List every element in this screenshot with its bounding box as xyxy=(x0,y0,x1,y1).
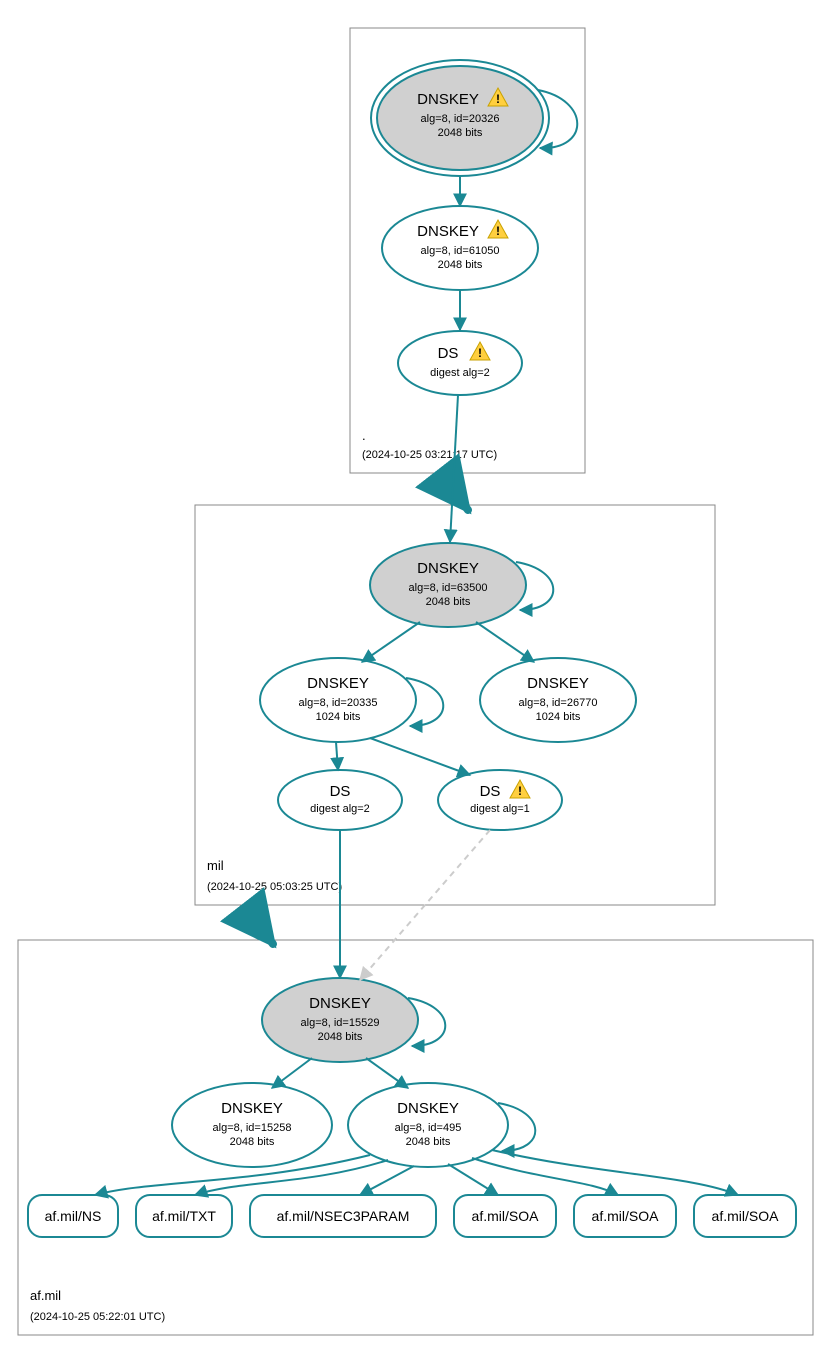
svg-text:DS: DS xyxy=(438,345,459,362)
svg-text:1024 bits: 1024 bits xyxy=(316,711,361,723)
zone-ts-afmil: (2024-10-25 05:22:01 UTC) xyxy=(30,1311,165,1323)
rrset-af-soa-3: af.mil/SOA xyxy=(694,1195,796,1237)
node-root-ds: DS digest alg=2 ! xyxy=(398,331,522,395)
svg-text:digest alg=2: digest alg=2 xyxy=(310,803,370,815)
svg-text:DNSKEY: DNSKEY xyxy=(397,1100,459,1117)
edge-delegation-mil-to-afmil xyxy=(245,908,273,944)
svg-text:DS: DS xyxy=(330,783,351,800)
svg-text:af.mil/SOA: af.mil/SOA xyxy=(712,1208,780,1224)
svg-text:af.mil/NS: af.mil/NS xyxy=(45,1208,102,1224)
svg-text:DNSKEY: DNSKEY xyxy=(309,995,371,1012)
node-mil-ds2: DS digest alg=1 ! xyxy=(438,770,562,830)
dnssec-diagram: af.mil (2024-10-25 05:22:01 UTC) mil (20… xyxy=(0,0,829,1365)
svg-text:1024 bits: 1024 bits xyxy=(536,711,581,723)
edge-af-zsk2-to-nsec3 xyxy=(360,1166,414,1195)
node-root-zsk: DNSKEY alg=8, id=61050 2048 bits ! xyxy=(382,206,538,290)
edge-mil-ksk-to-zsk1 xyxy=(362,622,420,662)
rrset-af-txt: af.mil/TXT xyxy=(136,1195,232,1237)
svg-text:!: ! xyxy=(518,784,522,798)
zone-ts-mil: (2024-10-25 05:03:25 UTC) xyxy=(207,881,342,893)
svg-text:af.mil/SOA: af.mil/SOA xyxy=(472,1208,540,1224)
svg-text:2048 bits: 2048 bits xyxy=(438,127,483,139)
svg-text:DNSKEY: DNSKEY xyxy=(417,91,479,108)
edge-af-zsk2-to-soa2 xyxy=(472,1158,618,1195)
node-af-zsk1: DNSKEY alg=8, id=15258 2048 bits xyxy=(172,1083,332,1167)
zone-label-afmil: af.mil xyxy=(30,1288,61,1303)
zone-label-root: . xyxy=(362,428,366,443)
svg-text:digest alg=1: digest alg=1 xyxy=(470,803,530,815)
svg-text:2048 bits: 2048 bits xyxy=(318,1031,363,1043)
svg-text:DS: DS xyxy=(480,783,501,800)
svg-text:DNSKEY: DNSKEY xyxy=(417,223,479,240)
svg-text:alg=8, id=20326: alg=8, id=20326 xyxy=(421,113,500,125)
svg-text:alg=8, id=26770: alg=8, id=26770 xyxy=(519,697,598,709)
edge-af-zsk2-to-soa1 xyxy=(448,1164,498,1195)
edge-mil-ksk-to-zsk2 xyxy=(476,622,534,662)
rrset-af-soa-2: af.mil/SOA xyxy=(574,1195,676,1237)
rrset-af-nsec3param: af.mil/NSEC3PARAM xyxy=(250,1195,436,1237)
node-af-ksk: DNSKEY alg=8, id=15529 2048 bits xyxy=(262,978,445,1062)
svg-text:alg=8, id=495: alg=8, id=495 xyxy=(395,1122,462,1134)
edge-root-ds-to-mil-ksk xyxy=(450,395,458,542)
edge-mil-zsk1-to-ds2 xyxy=(370,738,470,775)
svg-text:af.mil/TXT: af.mil/TXT xyxy=(152,1208,216,1224)
edge-mil-zsk1-to-ds1 xyxy=(336,742,338,770)
svg-text:2048 bits: 2048 bits xyxy=(438,259,483,271)
svg-text:alg=8, id=15258: alg=8, id=15258 xyxy=(213,1122,292,1134)
svg-text:DNSKEY: DNSKEY xyxy=(221,1100,283,1117)
zone-ts-root: (2024-10-25 03:21:17 UTC) xyxy=(362,449,497,461)
svg-text:!: ! xyxy=(496,224,500,238)
svg-text:digest alg=2: digest alg=2 xyxy=(430,367,490,379)
svg-text:2048 bits: 2048 bits xyxy=(230,1136,275,1148)
svg-text:2048 bits: 2048 bits xyxy=(406,1136,451,1148)
svg-text:alg=8, id=15529: alg=8, id=15529 xyxy=(301,1017,380,1029)
svg-text:alg=8, id=20335: alg=8, id=20335 xyxy=(299,697,378,709)
node-mil-zsk1: DNSKEY alg=8, id=20335 1024 bits xyxy=(260,658,443,742)
edge-af-ksk-to-zsk1 xyxy=(272,1058,312,1088)
svg-text:2048 bits: 2048 bits xyxy=(426,596,471,608)
edge-af-ksk-to-zsk2 xyxy=(366,1058,408,1088)
svg-text:!: ! xyxy=(478,346,482,360)
node-root-ksk: DNSKEY alg=8, id=20326 2048 bits ! xyxy=(371,60,577,176)
zone-label-mil: mil xyxy=(207,858,224,873)
rrset-af-ns: af.mil/NS xyxy=(28,1195,118,1237)
node-mil-zsk2: DNSKEY alg=8, id=26770 1024 bits xyxy=(480,658,636,742)
svg-text:af.mil/NSEC3PARAM: af.mil/NSEC3PARAM xyxy=(277,1208,410,1224)
node-af-zsk2: DNSKEY alg=8, id=495 2048 bits xyxy=(348,1083,535,1167)
svg-text:DNSKEY: DNSKEY xyxy=(417,560,479,577)
svg-text:DNSKEY: DNSKEY xyxy=(307,675,369,692)
rrset-af-soa-1: af.mil/SOA xyxy=(454,1195,556,1237)
svg-text:af.mil/SOA: af.mil/SOA xyxy=(592,1208,660,1224)
svg-text:alg=8, id=61050: alg=8, id=61050 xyxy=(421,245,500,257)
svg-text:DNSKEY: DNSKEY xyxy=(527,675,589,692)
svg-text:alg=8, id=63500: alg=8, id=63500 xyxy=(409,582,488,594)
node-mil-ksk: DNSKEY alg=8, id=63500 2048 bits xyxy=(370,543,553,627)
svg-text:!: ! xyxy=(496,92,500,106)
node-mil-ds1: DS digest alg=2 xyxy=(278,770,402,830)
